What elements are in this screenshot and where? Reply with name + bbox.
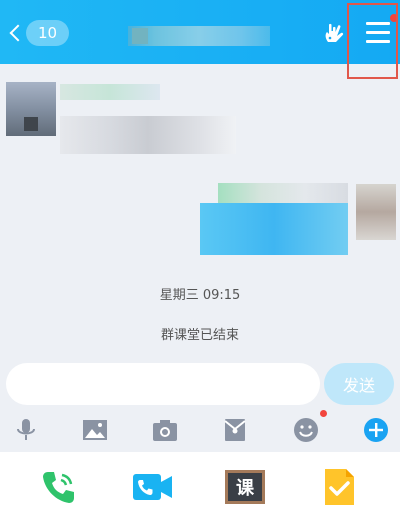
chat-title-blurred [128,26,270,46]
red-packet-icon[interactable] [221,416,249,444]
camera-icon[interactable] [151,416,179,444]
avatar-self-blurred[interactable] [356,184,396,240]
sender-name-blurred [60,84,160,100]
input-toolbar [0,410,400,450]
message-bubble-blurred[interactable] [60,116,236,154]
message-timestamp: 星期三 09:15 [159,288,241,303]
message-input[interactable] [6,363,320,405]
hand-gesture-icon[interactable] [322,20,348,46]
video-call-icon[interactable] [132,466,174,508]
emoji-icon[interactable] [292,416,320,444]
system-notice: 群课堂已结束 [160,328,239,343]
annotation-highlight-box [347,3,398,79]
message-bubble-self-blurred[interactable] [200,203,348,255]
emoji-notification-dot [320,410,327,417]
back-button[interactable]: 10 [6,20,70,46]
classroom-glyph: 课 [236,478,255,499]
chat-header: 10 [0,0,400,64]
plus-icon[interactable] [362,416,390,444]
phone-call-icon[interactable] [38,466,80,508]
image-icon[interactable] [81,416,109,444]
quick-actions-panel: 课 [0,452,400,518]
chevron-left-icon [9,24,27,42]
assignment-icon[interactable] [318,466,360,508]
avatar-blurred[interactable] [6,82,56,136]
classroom-icon[interactable]: 课 [224,466,266,508]
sender-name-blurred-self [218,183,348,203]
send-button[interactable]: 发送 [324,363,394,405]
unread-count: 10 [26,20,70,46]
microphone-icon[interactable] [12,416,40,444]
